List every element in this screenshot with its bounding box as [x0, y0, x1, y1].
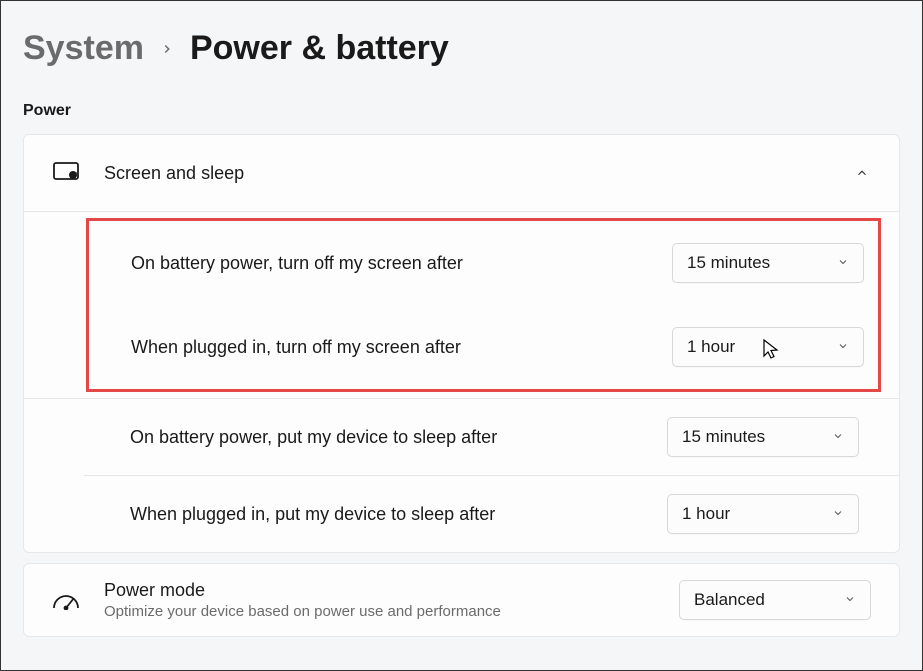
power-mode-text: Power mode Optimize your device based on…	[104, 580, 655, 620]
sleep-plugged-dropdown[interactable]: 1 hour	[667, 494, 859, 534]
chevron-up-icon	[853, 164, 871, 182]
sleep-plugged-row: When plugged in, put my device to sleep …	[84, 476, 899, 552]
screen-off-battery-label: On battery power, turn off my screen aft…	[131, 253, 672, 274]
breadcrumb-parent[interactable]: System	[23, 29, 144, 68]
screen-off-plugged-label: When plugged in, turn off my screen afte…	[131, 337, 672, 358]
sleep-plugged-label: When plugged in, put my device to sleep …	[130, 504, 667, 525]
chevron-right-icon	[160, 36, 174, 62]
power-mode-card[interactable]: Power mode Optimize your device based on…	[23, 563, 900, 637]
sleep-battery-dropdown[interactable]: 15 minutes	[667, 417, 859, 457]
screen-off-battery-dropdown[interactable]: 15 minutes	[672, 243, 864, 283]
dropdown-value: 1 hour	[682, 504, 730, 524]
highlight-box: On battery power, turn off my screen aft…	[86, 218, 881, 392]
screen-sleep-card: Screen and sleep On battery power, turn …	[23, 134, 900, 553]
power-mode-dropdown[interactable]: Balanced	[679, 580, 871, 620]
section-label-power: Power	[1, 78, 922, 130]
divider	[24, 211, 899, 212]
sleep-battery-label: On battery power, put my device to sleep…	[130, 427, 667, 448]
screen-sleep-header[interactable]: Screen and sleep	[24, 135, 899, 211]
screen-off-plugged-row: When plugged in, turn off my screen afte…	[89, 305, 878, 389]
dropdown-value: 15 minutes	[682, 427, 765, 447]
screen-sleep-icon	[52, 159, 80, 187]
sleep-battery-row: On battery power, put my device to sleep…	[84, 399, 899, 475]
chevron-down-icon	[832, 504, 844, 524]
screen-off-battery-row: On battery power, turn off my screen aft…	[89, 221, 878, 305]
chevron-down-icon	[837, 337, 849, 357]
screen-off-plugged-dropdown[interactable]: 1 hour	[672, 327, 864, 367]
chevron-down-icon	[837, 253, 849, 273]
chevron-down-icon	[844, 590, 856, 610]
dropdown-value: 15 minutes	[687, 253, 770, 273]
power-mode-subtitle: Optimize your device based on power use …	[104, 603, 655, 620]
power-mode-title: Power mode	[104, 580, 655, 601]
gauge-icon	[52, 586, 80, 614]
dropdown-value: 1 hour	[687, 337, 735, 357]
breadcrumb-current: Power & battery	[190, 29, 449, 68]
breadcrumb: System Power & battery	[1, 1, 922, 78]
screen-sleep-title: Screen and sleep	[104, 163, 829, 184]
dropdown-value: Balanced	[694, 590, 765, 610]
chevron-down-icon	[832, 427, 844, 447]
